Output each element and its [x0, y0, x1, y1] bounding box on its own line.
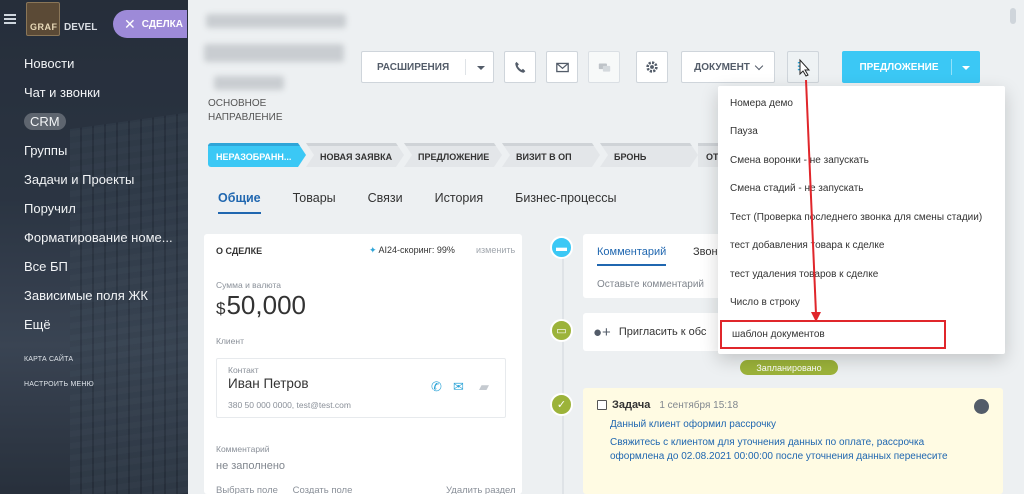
menu-burger-icon[interactable] — [4, 14, 16, 24]
deal-title-blurred — [206, 14, 346, 28]
chevron-down-icon — [754, 61, 764, 70]
scripts-dropdown-menu: Номера демо Пауза Смена воронки - не зап… — [718, 86, 1005, 354]
menu-item[interactable]: тест добавления товара к сделке — [718, 231, 1005, 260]
mail-icon[interactable]: ✉ — [453, 379, 464, 395]
chat-icon — [598, 62, 610, 72]
offer-button[interactable]: ПРЕДЛОЖЕНИЕ — [842, 51, 980, 83]
phone-icon[interactable]: ✆ — [431, 379, 442, 395]
sidebar-item[interactable]: Группы — [0, 139, 188, 168]
chat-icon[interactable]: ▰ — [479, 379, 489, 395]
close-icon[interactable]: ✕ — [124, 17, 136, 31]
mail-icon — [555, 62, 569, 72]
tab-history[interactable]: История — [435, 191, 483, 214]
pipeline-stages: НЕРАЗОБРАНН... НОВАЯ ЗАЯВКА ПРЕДЛОЖЕНИЕ … — [208, 143, 728, 167]
ai-scoring-badge[interactable]: ✦ AI24-скоринг: 99% — [369, 245, 455, 256]
logo-text-right: DEVEL — [64, 22, 98, 33]
stage-item[interactable]: БРОНЬ — [600, 143, 698, 167]
menu-item[interactable]: Тест (Проверка последнего звонка для сме… — [718, 203, 1005, 232]
left-sidebar: GRAF DEVEL Новости Чат и звонки CRM Груп… — [0, 0, 188, 494]
delete-section-link[interactable]: Удалить раздел — [446, 485, 516, 494]
menu-item[interactable]: Номера демо — [718, 89, 1005, 118]
deal-amount: $50,000 — [216, 290, 306, 320]
card-footer-links: Выбрать поле Создать поле Удалить раздел — [216, 485, 516, 494]
task-icon: ✓ — [550, 393, 573, 416]
comment-icon: ▬ — [550, 236, 573, 259]
scripts-button[interactable] — [787, 51, 819, 83]
sitemap-link[interactable]: Карта сайта — [24, 356, 73, 363]
task-date: 1 сентября 15:18 — [659, 399, 739, 411]
stage-item[interactable]: ПРЕДЛОЖЕНИЕ — [404, 143, 502, 167]
card-title: О СДЕЛКЕ — [216, 246, 263, 256]
avatar[interactable] — [974, 399, 989, 414]
sidebar-item-crm[interactable]: CRM — [0, 110, 188, 139]
menu-item[interactable]: Число в строку — [718, 288, 1005, 317]
gear-icon — [646, 61, 658, 73]
deal-slider-badge[interactable]: ✕ СДЕЛКА — [113, 10, 187, 38]
timeline-line — [562, 245, 564, 494]
create-field-link[interactable]: Создать поле — [293, 485, 353, 494]
stage-item[interactable]: НОВАЯ ЗАЯВКА — [306, 143, 404, 167]
tab-products[interactable]: Товары — [293, 191, 336, 214]
configure-menu-link[interactable]: Настроить меню — [24, 381, 94, 388]
contact-name[interactable]: Иван Петров — [228, 376, 309, 391]
sidebar-item[interactable]: Форматирование номе... — [0, 226, 188, 255]
deal-tabs: Общие Товары Связи История Бизнес-процес… — [218, 191, 616, 214]
contact-block: Контакт Иван Петров 380 50 000 0000, tes… — [216, 358, 506, 418]
script-icon — [797, 62, 803, 71]
tab-call[interactable]: Звон — [693, 246, 718, 258]
chat-button[interactable] — [588, 51, 620, 83]
sidebar-item[interactable]: Зависимые поля ЖК — [0, 284, 188, 313]
task-description: Свяжитесь с клиентом для уточнения данны… — [610, 437, 948, 462]
chevron-down-icon — [962, 66, 970, 70]
extensions-button[interactable]: РАСШИРЕНИЯ — [361, 51, 494, 83]
sidebar-menu: Новости Чат и звонки CRM Группы Задачи и… — [0, 52, 188, 342]
select-field-link[interactable]: Выбрать поле — [216, 485, 278, 494]
chevron-down-icon — [477, 66, 485, 70]
call-button[interactable] — [504, 51, 536, 83]
sidebar-item[interactable]: Поручил — [0, 197, 188, 226]
stage-item[interactable]: ВИЗИТ В ОП — [502, 143, 600, 167]
sidebar-item[interactable]: Задачи и Проекты — [0, 168, 188, 197]
edit-link[interactable]: изменить — [476, 245, 515, 255]
planned-badge: Запланировано — [740, 360, 838, 375]
add-user-icon: ●+ — [593, 323, 611, 341]
contact-label: Контакт — [228, 365, 259, 375]
deal-title-blurred — [204, 44, 344, 62]
email-button[interactable] — [546, 51, 578, 83]
sidebar-item[interactable]: Новости — [0, 52, 188, 81]
deal-title-blurred — [214, 76, 284, 90]
logo-text: GRAF — [30, 22, 58, 32]
menu-item[interactable]: Пауза — [718, 117, 1005, 146]
menu-item[interactable]: Смена воронки - не запускать — [718, 146, 1005, 175]
contact-info: 380 50 000 0000, test@test.com — [228, 400, 351, 410]
menu-item-document-template[interactable]: шаблон документов — [720, 320, 946, 349]
sidebar-item[interactable]: Чат и звонки — [0, 81, 188, 110]
menu-item[interactable]: Смена стадий - не запускать — [718, 174, 1005, 203]
sidebar-item[interactable]: Все БП — [0, 255, 188, 284]
tab-comment[interactable]: Комментарий — [597, 246, 667, 266]
task-title: Задача 1 сентября 15:18 — [597, 399, 738, 411]
tab-links[interactable]: Связи — [368, 191, 403, 214]
sparkle-icon: ✦ — [369, 245, 379, 255]
scrollbar[interactable] — [1010, 8, 1016, 24]
stage-item[interactable]: НЕРАЗОБРАНН... — [208, 143, 306, 167]
comment-input[interactable]: Оставьте комментарий — [597, 279, 704, 290]
chat-bubble-icon: ▭ — [550, 319, 573, 342]
comment-value[interactable]: не заполнено — [216, 460, 285, 472]
tab-business-processes[interactable]: Бизнес-процессы — [515, 191, 616, 214]
document-button[interactable]: ДОКУМЕНТ — [681, 51, 775, 83]
pipeline-direction-label[interactable]: ОСНОВНОЕ НАПРАВЛЕНИЕ — [208, 97, 283, 125]
client-label: Клиент — [216, 336, 244, 346]
about-deal-card: О СДЕЛКЕ ✦ AI24-скоринг: 99% изменить Су… — [204, 234, 522, 494]
tab-general[interactable]: Общие — [218, 191, 261, 214]
amount-label: Сумма и валюта — [216, 280, 281, 290]
sidebar-item-more[interactable]: Ещё — [0, 313, 188, 342]
task-subtitle[interactable]: Данный клиент оформил рассрочку — [610, 419, 776, 430]
settings-button[interactable] — [636, 51, 668, 83]
menu-item[interactable]: тест удаления товаров к сделке — [718, 260, 1005, 289]
task-card: Задача 1 сентября 15:18 Данный клиент оф… — [583, 388, 1003, 494]
comment-label: Комментарий — [216, 444, 270, 454]
task-checkbox[interactable] — [597, 400, 607, 410]
phone-icon — [514, 61, 525, 73]
